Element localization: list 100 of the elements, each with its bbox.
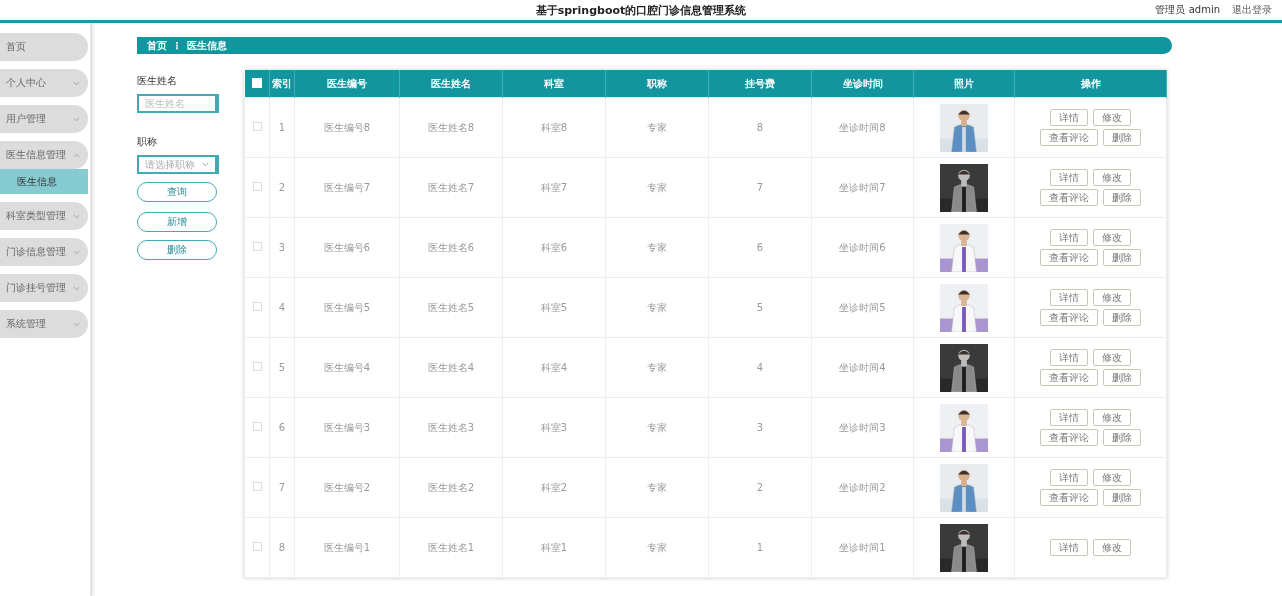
- table-cell: 医生姓名2: [399, 457, 503, 518]
- column-header: 职称: [605, 70, 709, 98]
- row-action-button[interactable]: 删除: [1103, 369, 1141, 386]
- name-input[interactable]: 医生姓名: [137, 94, 219, 113]
- row-action-button[interactable]: 查看评论: [1040, 189, 1098, 206]
- table-cell: 坐诊时间7: [811, 157, 914, 218]
- row-action-button[interactable]: 查看评论: [1040, 489, 1098, 506]
- sidebar-item[interactable]: 个人中心: [0, 69, 88, 97]
- column-header: 操作: [1014, 70, 1167, 98]
- table-cell: 5: [269, 337, 295, 398]
- checkbox[interactable]: [252, 482, 262, 491]
- sidebar-subitem[interactable]: 医生信息: [0, 169, 88, 194]
- table-cell: 8: [269, 517, 295, 578]
- row-action-button[interactable]: 详情: [1050, 229, 1088, 246]
- table-cell: 专家: [605, 457, 709, 518]
- checkbox[interactable]: [252, 362, 262, 371]
- table-cell: 坐诊时间1: [811, 517, 914, 578]
- table-cell: 医生编号3: [294, 397, 400, 458]
- table-cell: 医生姓名8: [399, 97, 503, 158]
- table-cell: 专家: [605, 217, 709, 278]
- row-action-button[interactable]: 详情: [1050, 289, 1088, 306]
- action-button[interactable]: 查询: [137, 182, 217, 202]
- table-cell: 医生姓名1: [399, 517, 503, 578]
- table-cell: 6: [269, 397, 295, 458]
- row-action-button[interactable]: 删除: [1103, 489, 1141, 506]
- table-cell: 7: [708, 157, 812, 218]
- table-cell: 科室3: [502, 397, 606, 458]
- column-header: 医生编号: [294, 70, 400, 98]
- table-cell: 医生编号4: [294, 337, 400, 398]
- table-cell: 3: [269, 217, 295, 278]
- row-action-button[interactable]: 修改: [1093, 109, 1131, 126]
- table-cell: 科室4: [502, 337, 606, 398]
- row-action-button[interactable]: 修改: [1093, 409, 1131, 426]
- breadcrumb-link[interactable]: 首页: [147, 38, 167, 53]
- column-header: 索引: [269, 70, 295, 98]
- row-action-button[interactable]: 查看评论: [1040, 129, 1098, 146]
- row-action-button[interactable]: 修改: [1093, 539, 1131, 556]
- table-cell: 4: [708, 337, 812, 398]
- table-cell: 医生姓名7: [399, 157, 503, 218]
- table-cell: 4: [269, 277, 295, 338]
- checkbox[interactable]: [252, 542, 262, 551]
- row-action-button[interactable]: 查看评论: [1040, 249, 1098, 266]
- row-action-button[interactable]: 修改: [1093, 229, 1131, 246]
- row-action-button[interactable]: 删除: [1103, 129, 1141, 146]
- table-cell: 医生姓名6: [399, 217, 503, 278]
- table-cell: 专家: [605, 517, 709, 578]
- table-cell: 1: [708, 517, 812, 578]
- table-cell: 专家: [605, 97, 709, 158]
- row-action-button[interactable]: 详情: [1050, 109, 1088, 126]
- sidebar-item[interactable]: 系统管理: [0, 310, 88, 338]
- logout-link[interactable]: 退出登录: [1232, 3, 1272, 17]
- sidebar-item[interactable]: 首页: [0, 33, 88, 61]
- row-action-button[interactable]: 删除: [1103, 429, 1141, 446]
- row-action-button[interactable]: 查看评论: [1040, 369, 1098, 386]
- action-button[interactable]: 新增: [137, 212, 217, 232]
- column-header: 医生姓名: [399, 70, 503, 98]
- row-action-button[interactable]: 修改: [1093, 349, 1131, 366]
- row-action-button[interactable]: 详情: [1050, 169, 1088, 186]
- checkbox[interactable]: [252, 242, 262, 251]
- chevron-icon: [73, 116, 80, 122]
- checkbox[interactable]: [252, 122, 262, 131]
- app-title: 基于springboot的口腔门诊信息管理系统: [535, 3, 747, 17]
- sidebar-item[interactable]: 用户管理: [0, 105, 88, 133]
- sidebar-item[interactable]: 医生信息管理: [0, 141, 88, 169]
- column-header: 照片: [913, 70, 1015, 98]
- breadcrumb-link[interactable]: 医生信息: [187, 38, 227, 53]
- table-cell: 科室1: [502, 517, 606, 578]
- row-action-button[interactable]: 修改: [1093, 469, 1131, 486]
- table-cell: 2: [269, 157, 295, 218]
- row-action-button[interactable]: 查看评论: [1040, 429, 1098, 446]
- table-cell: 坐诊时间6: [811, 217, 914, 278]
- sidebar-item[interactable]: 门诊信息管理: [0, 238, 88, 266]
- sidebar-item[interactable]: 科室类型管理: [0, 202, 88, 230]
- row-action-button[interactable]: 删除: [1103, 309, 1141, 326]
- table-cell: 7: [269, 457, 295, 518]
- row-action-button[interactable]: 详情: [1050, 539, 1088, 556]
- chevron-icon: [73, 321, 80, 327]
- table-cell: 3: [708, 397, 812, 458]
- row-action-button[interactable]: 详情: [1050, 349, 1088, 366]
- field-label: 医生姓名: [137, 74, 178, 88]
- chevron-icon: [202, 162, 209, 167]
- checkbox[interactable]: [252, 422, 262, 431]
- checkbox[interactable]: [252, 182, 262, 191]
- chevron-icon: [73, 249, 80, 255]
- checkbox[interactable]: [252, 302, 262, 311]
- chevron-icon: [73, 285, 80, 291]
- table-cell: 专家: [605, 157, 709, 218]
- action-button[interactable]: 删除: [137, 240, 217, 260]
- sidebar-item[interactable]: 门诊挂号管理: [0, 274, 88, 302]
- table-cell: 医生姓名5: [399, 277, 503, 338]
- row-action-button[interactable]: 删除: [1103, 249, 1141, 266]
- table-cell: 医生编号2: [294, 457, 400, 518]
- row-action-button[interactable]: 查看评论: [1040, 309, 1098, 326]
- row-action-button[interactable]: 修改: [1093, 169, 1131, 186]
- column-header: 坐诊时间: [811, 70, 914, 98]
- row-action-button[interactable]: 详情: [1050, 469, 1088, 486]
- row-action-button[interactable]: 删除: [1103, 189, 1141, 206]
- table-cell: 科室2: [502, 457, 606, 518]
- row-action-button[interactable]: 修改: [1093, 289, 1131, 306]
- row-action-button[interactable]: 详情: [1050, 409, 1088, 426]
